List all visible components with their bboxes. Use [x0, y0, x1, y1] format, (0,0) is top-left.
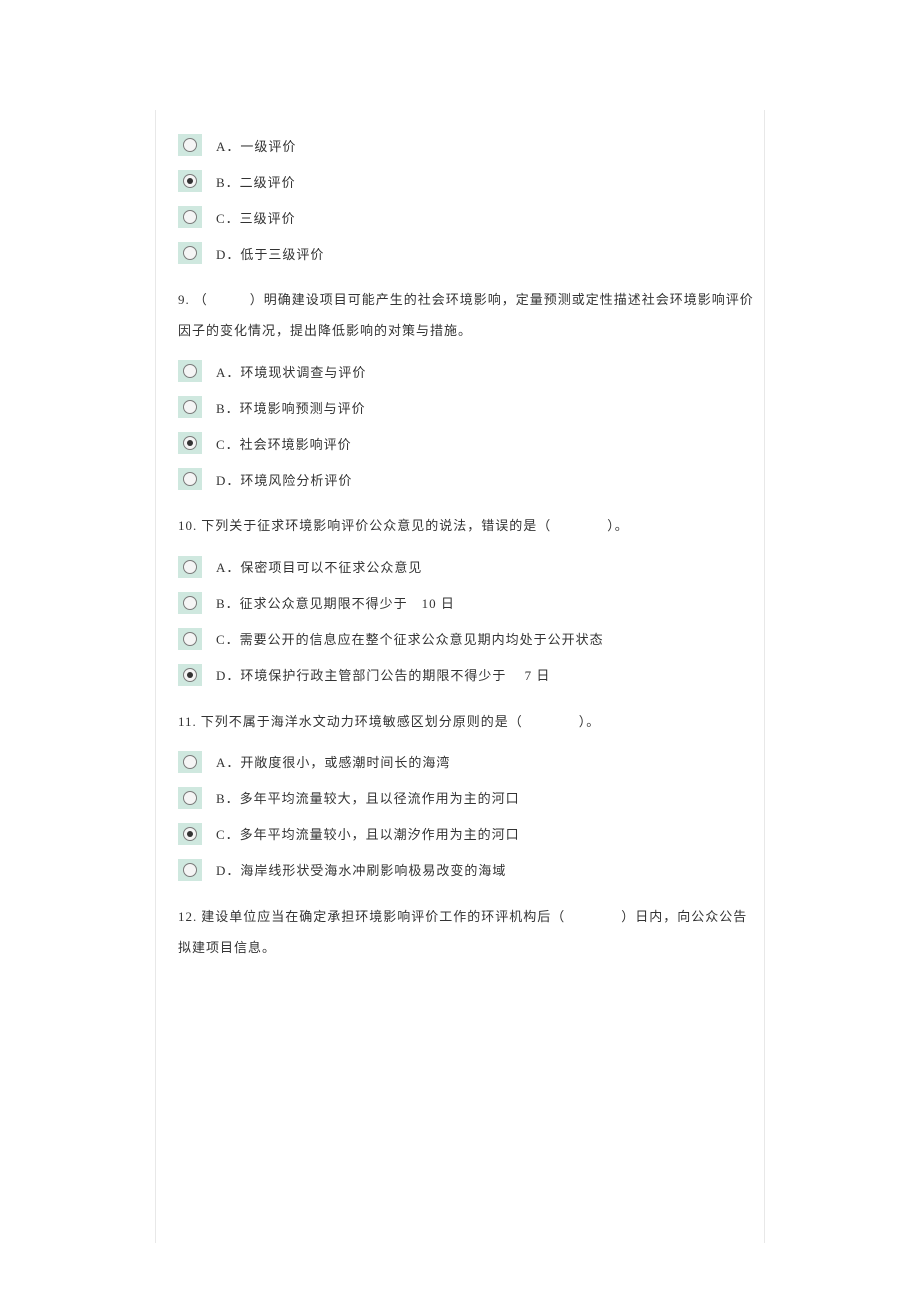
option-label: C．多年平均流量较小，且以潮汐作用为主的河口: [216, 824, 520, 843]
q11-option-a[interactable]: A．开敞度很小，或感潮时间长的海湾: [178, 751, 755, 773]
option-label: D．低于三级评价: [216, 244, 324, 263]
q8-option-c[interactable]: C．三级评价: [178, 206, 755, 228]
q10-number: 10.: [178, 518, 197, 533]
radio-icon: [178, 468, 202, 490]
radio-icon: [178, 134, 202, 156]
q11-number: 11.: [178, 714, 197, 729]
q12-number: 12.: [178, 909, 197, 924]
option-label: B．环境影响预测与评价: [216, 398, 366, 417]
option-label: B．征求公众意见期限不得少于 10 日: [216, 593, 455, 612]
radio-icon: [178, 360, 202, 382]
radio-icon: [178, 432, 202, 454]
q9-option-a[interactable]: A．环境现状调查与评价: [178, 360, 755, 382]
option-label: C．社会环境影响评价: [216, 434, 352, 453]
q9-text: 9.（ ）明确建设项目可能产生的社会环境影响，定量预测或定性描述社会环境影响评价…: [178, 284, 755, 346]
q12-text: 12.建设单位应当在确定承担环境影响评价工作的环评机构后（ ）日内，向公众公告拟…: [178, 901, 755, 963]
option-label: A．一级评价: [216, 136, 296, 155]
q11-option-d[interactable]: D．海岸线形状受海水冲刷影响极易改变的海域: [178, 859, 755, 881]
radio-icon: [178, 592, 202, 614]
q11-option-b[interactable]: B．多年平均流量较大，且以径流作用为主的河口: [178, 787, 755, 809]
option-label: D．环境保护行政主管部门公告的期限不得少于 7 日: [216, 665, 550, 684]
q9-body: （ ）明确建设项目可能产生的社会环境影响，定量预测或定性描述社会环境影响评价因子…: [178, 292, 754, 338]
q11-text: 11. 下列不属于海洋水文动力环境敏感区划分原则的是（ ）。: [178, 706, 755, 737]
q10-option-a[interactable]: A．保密项目可以不征求公众意见: [178, 556, 755, 578]
q8-option-d[interactable]: D．低于三级评价: [178, 242, 755, 264]
document-page: A．一级评价 B．二级评价 C．三级评价 D．低于三级评价 9.（ ）明确建设项…: [0, 0, 920, 1303]
q12-body: 建设单位应当在确定承担环境影响评价工作的环评机构后（ ）日内，向公众公告拟建项目…: [178, 909, 747, 955]
radio-icon: [178, 787, 202, 809]
q11-option-c[interactable]: C．多年平均流量较小，且以潮汐作用为主的河口: [178, 823, 755, 845]
radio-icon: [178, 556, 202, 578]
q10-option-b[interactable]: B．征求公众意见期限不得少于 10 日: [178, 592, 755, 614]
q11-body: 下列不属于海洋水文动力环境敏感区划分原则的是（ ）。: [201, 714, 601, 729]
option-label: A．开敞度很小，或感潮时间长的海湾: [216, 752, 450, 771]
content-area: A．一级评价 B．二级评价 C．三级评价 D．低于三级评价 9.（ ）明确建设项…: [160, 134, 765, 963]
q10-option-c[interactable]: C．需要公开的信息应在整个征求公众意见期内均处于公开状态: [178, 628, 755, 650]
q10-body: 下列关于征求环境影响评价公众意见的说法，错误的是（ ）。: [201, 518, 629, 533]
option-label: B．二级评价: [216, 172, 296, 191]
q10-option-d[interactable]: D．环境保护行政主管部门公告的期限不得少于 7 日: [178, 664, 755, 686]
radio-icon: [178, 242, 202, 264]
option-label: A．环境现状调查与评价: [216, 362, 366, 381]
option-label: D．环境风险分析评价: [216, 470, 352, 489]
q9-option-c[interactable]: C．社会环境影响评价: [178, 432, 755, 454]
radio-icon: [178, 396, 202, 418]
q10-text: 10. 下列关于征求环境影响评价公众意见的说法，错误的是（ ）。: [178, 510, 755, 541]
radio-icon: [178, 628, 202, 650]
radio-icon: [178, 170, 202, 192]
radio-icon: [178, 751, 202, 773]
radio-icon: [178, 664, 202, 686]
option-label: C．需要公开的信息应在整个征求公众意见期内均处于公开状态: [216, 629, 604, 648]
option-label: C．三级评价: [216, 208, 296, 227]
radio-icon: [178, 823, 202, 845]
radio-icon: [178, 206, 202, 228]
q8-option-a[interactable]: A．一级评价: [178, 134, 755, 156]
q9-number: 9.: [178, 292, 190, 307]
option-label: D．海岸线形状受海水冲刷影响极易改变的海域: [216, 860, 506, 879]
q9-option-d[interactable]: D．环境风险分析评价: [178, 468, 755, 490]
radio-icon: [178, 859, 202, 881]
q8-option-b[interactable]: B．二级评价: [178, 170, 755, 192]
q9-option-b[interactable]: B．环境影响预测与评价: [178, 396, 755, 418]
option-label: A．保密项目可以不征求公众意见: [216, 557, 422, 576]
option-label: B．多年平均流量较大，且以径流作用为主的河口: [216, 788, 520, 807]
